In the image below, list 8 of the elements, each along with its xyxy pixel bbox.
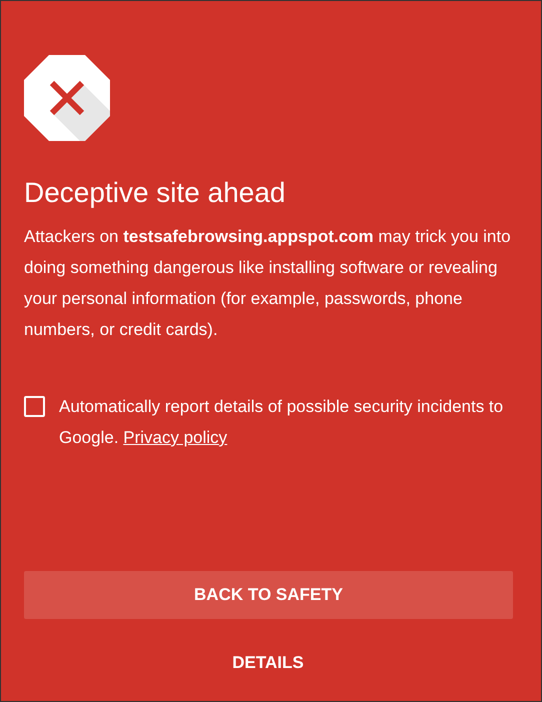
privacy-policy-link[interactable]: Privacy policy <box>123 428 228 447</box>
details-button[interactable]: DETAILS <box>224 649 312 677</box>
report-checkbox[interactable] <box>24 396 45 417</box>
back-to-safety-button[interactable]: BACK TO SAFETY <box>24 571 513 619</box>
warning-message: Attackers on testsafebrowsing.appspot.com may trick you into doing something dangerous like installing software or revealing your personal information (for example, passwords, phone numbers, or credit cards). <box>24 226 512 341</box>
warning-title: Deceptive site ahead <box>24 177 287 209</box>
report-text: Automatically report details of possible security incidents to Google. Privacy policy <box>59 396 504 449</box>
error-octagon-icon <box>24 55 110 141</box>
